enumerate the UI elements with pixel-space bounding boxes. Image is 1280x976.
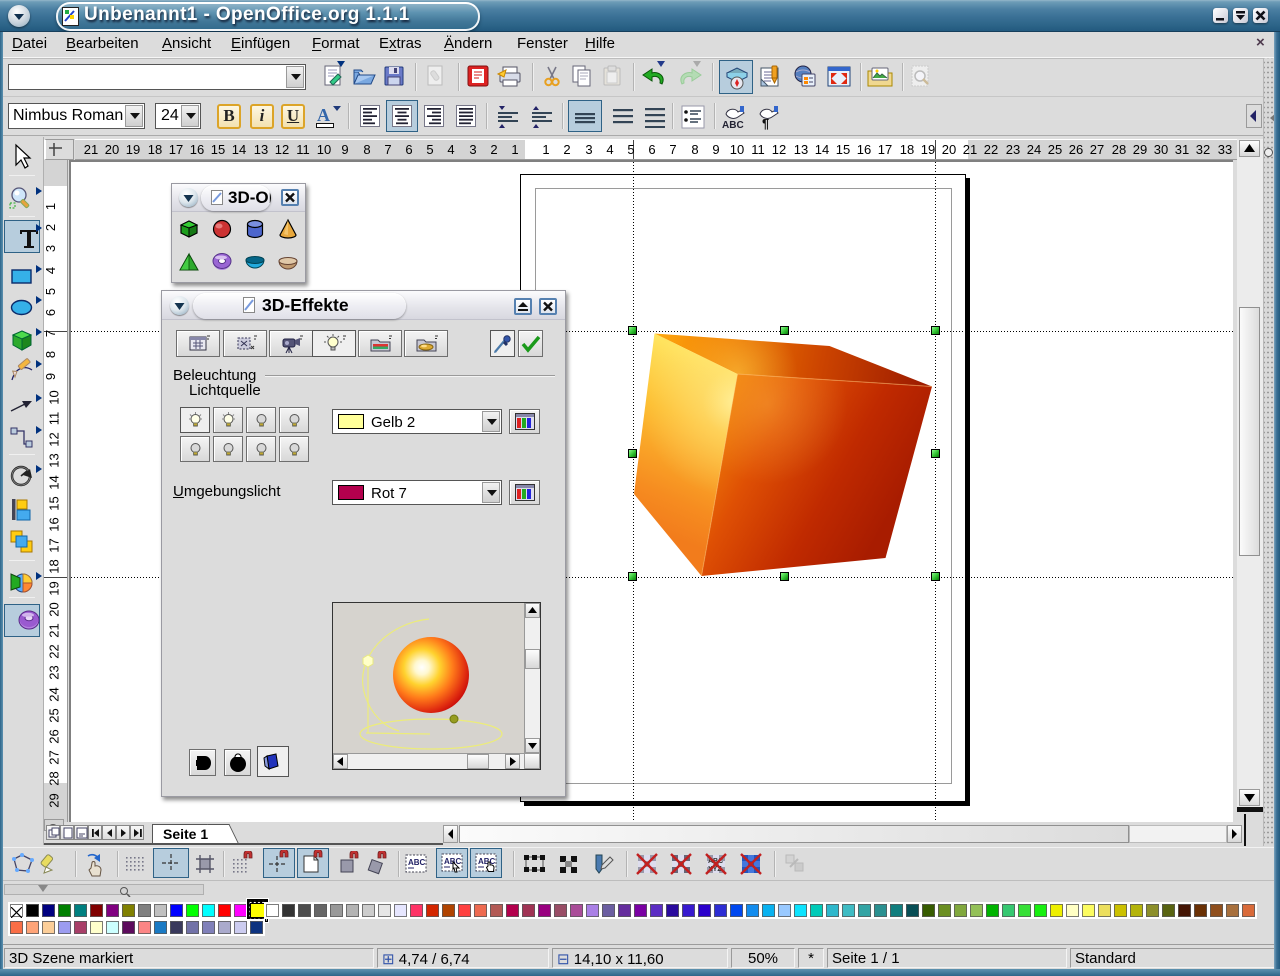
- svg-text:ABC: ABC: [478, 857, 496, 866]
- svg-text:ABC: ABC: [408, 858, 426, 867]
- svg-text:A: A: [317, 105, 330, 125]
- svg-text:ABC: ABC: [722, 120, 744, 130]
